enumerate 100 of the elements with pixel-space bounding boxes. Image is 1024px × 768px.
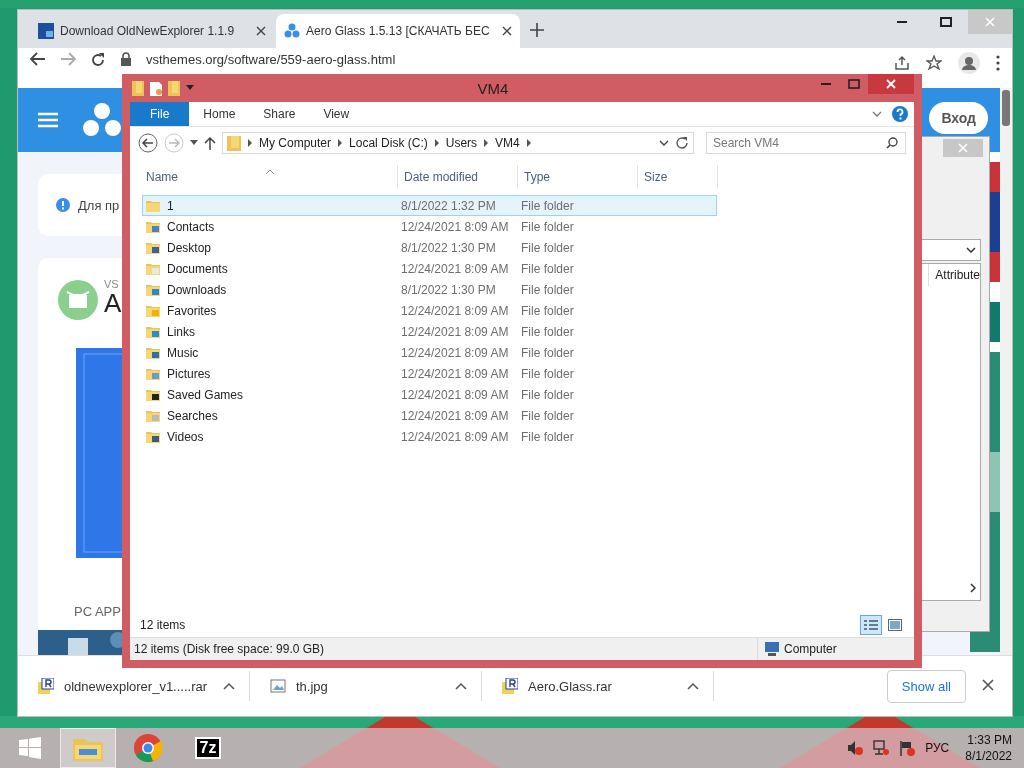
caret-up-icon[interactable] [687, 682, 699, 690]
star-icon[interactable] [926, 55, 942, 71]
file-row[interactable]: Videos 12/24/2021 8:09 AM File folder [142, 426, 717, 447]
file-row[interactable]: 1 8/1/2022 1:32 PM File folder [142, 195, 717, 216]
dropdown-icon[interactable] [659, 140, 669, 146]
box-icon [58, 280, 98, 320]
show-all-button[interactable]: Show all [886, 669, 966, 703]
breadcrumb[interactable]: My Computer [259, 136, 332, 150]
breadcrumb[interactable]: Local Disk (C:) [349, 136, 428, 150]
folder-icon[interactable] [132, 80, 144, 96]
file-row[interactable]: Downloads 8/1/2022 1:30 PM File folder [142, 279, 717, 300]
reload-icon[interactable] [90, 52, 106, 68]
card-label: VS [104, 278, 119, 290]
ribbon-tab[interactable]: View [309, 102, 364, 126]
column-header[interactable]: Name [140, 165, 398, 189]
column-header[interactable]: Size [638, 165, 718, 189]
browser-tab[interactable]: Aero Glass 1.5.13 [СКАЧАТЬ БЕС [276, 14, 520, 48]
login-button[interactable]: Вход [929, 102, 988, 134]
menu-icon[interactable] [996, 55, 1000, 71]
file-row[interactable]: Contacts 12/24/2021 8:09 AM File folder [142, 216, 717, 237]
type-cell-text: File folder [521, 387, 575, 402]
file-name: Pictures [167, 366, 211, 381]
column-header[interactable]: Attribute [928, 264, 980, 286]
close-icon [985, 17, 995, 27]
file-row[interactable]: Pictures 12/24/2021 8:09 AM File folder [142, 363, 717, 384]
help-icon[interactable] [892, 106, 908, 122]
dropdown-icon[interactable] [190, 140, 198, 146]
back-icon[interactable] [30, 52, 46, 66]
lock-icon [120, 52, 132, 66]
sort-icon [266, 169, 274, 174]
site-icon [284, 23, 300, 39]
type-cell-text: File folder [521, 219, 575, 234]
profile-icon[interactable] [958, 52, 980, 74]
file-row[interactable]: Documents 12/24/2021 8:09 AM File folder [142, 258, 717, 279]
taskbar-app[interactable] [60, 728, 116, 768]
file-row[interactable]: Music 12/24/2021 8:09 AM File folder [142, 342, 717, 363]
status-text: 12 items (Disk free space: 99.0 GB) [134, 642, 325, 656]
file-row[interactable]: Links 12/24/2021 8:09 AM File folder [142, 321, 717, 342]
address-bar[interactable]: vsthemes.org/software/559-aero-glass.html [146, 52, 396, 67]
breadcrumb[interactable]: Users [445, 136, 478, 150]
volume-muted-icon[interactable] [847, 740, 864, 756]
ribbon-tab[interactable]: File [130, 102, 190, 126]
file-row[interactable]: Desktop 8/1/2022 1:30 PM File folder [142, 237, 717, 258]
caret-up-icon[interactable] [223, 682, 235, 690]
download-item[interactable]: oldnewexplorer_v1.....rar [18, 671, 250, 701]
file-row[interactable]: Searches 12/24/2021 8:09 AM File folder [142, 405, 717, 426]
scrollbar-thumb[interactable] [1002, 90, 1010, 126]
file-name: Saved Games [167, 387, 244, 402]
column-header[interactable]: Date modified [398, 165, 518, 189]
start-icon[interactable] [19, 737, 41, 759]
network-icon[interactable] [873, 740, 890, 756]
type-cell-text: File folder [521, 324, 575, 339]
close-button[interactable] [868, 74, 914, 94]
share-icon[interactable] [894, 55, 910, 71]
maximize-icon [848, 79, 860, 89]
address-field[interactable]: My Computer Local Disk (C:) Users VM4 [222, 132, 694, 154]
caret-up-icon[interactable] [455, 682, 467, 690]
refresh-icon[interactable] [675, 136, 689, 150]
scroll-right-icon[interactable] [970, 583, 976, 593]
search-icon [886, 137, 898, 149]
card-caption: PC APP [74, 604, 121, 619]
location-text: Computer [784, 642, 837, 656]
type-cell-text: File folder [521, 261, 575, 276]
browser-tab[interactable]: Download OldNewExplorer 1.1.9 [30, 14, 274, 48]
archive-icon [38, 678, 54, 694]
expand-icon[interactable] [872, 111, 882, 117]
chrome-icon [133, 733, 163, 763]
file-name: 1 [167, 198, 174, 213]
close-icon[interactable] [502, 26, 512, 36]
up-icon[interactable] [204, 136, 216, 150]
file-row[interactable]: Favorites 12/24/2021 8:09 AM File folder [142, 300, 717, 321]
computer-icon [764, 642, 780, 656]
logo-icon[interactable] [82, 102, 122, 138]
search-field[interactable]: Search VM4 [706, 132, 906, 154]
breadcrumb[interactable]: VM4 [495, 136, 520, 150]
column-header[interactable]: Type [518, 165, 638, 189]
close-icon[interactable] [982, 678, 994, 691]
details-view-button[interactable] [860, 615, 882, 635]
new-tab-icon[interactable] [530, 23, 544, 37]
close-icon[interactable] [256, 26, 266, 36]
file-row[interactable]: Saved Games 12/24/2021 8:09 AM File folder [142, 384, 717, 405]
clock-date[interactable]: 8/1/2022 [965, 749, 1012, 763]
ribbon-tab[interactable]: Share [249, 102, 310, 126]
taskbar-app[interactable]: 7z [180, 728, 236, 768]
properties-icon[interactable] [150, 80, 162, 96]
back-icon[interactable] [138, 133, 158, 153]
dropdown-icon[interactable] [966, 247, 976, 253]
new-folder-icon[interactable] [168, 80, 180, 96]
ribbon-tab[interactable]: Home [189, 102, 250, 126]
file-name: Desktop [167, 240, 212, 255]
language-indicator[interactable]: РУС [925, 741, 950, 755]
details-icon [864, 619, 878, 631]
info-icon [56, 198, 70, 212]
file-name: Downloads [167, 282, 227, 297]
download-item[interactable]: Aero.Glass.rar [482, 671, 714, 701]
clock-time[interactable]: 1:33 PM [967, 733, 1012, 747]
flag-icon[interactable] [899, 740, 916, 756]
minimize-icon [821, 83, 831, 85]
download-item[interactable]: th.jpg [250, 671, 482, 701]
date-cell-text: 12/24/2021 8:09 AM [401, 345, 510, 360]
